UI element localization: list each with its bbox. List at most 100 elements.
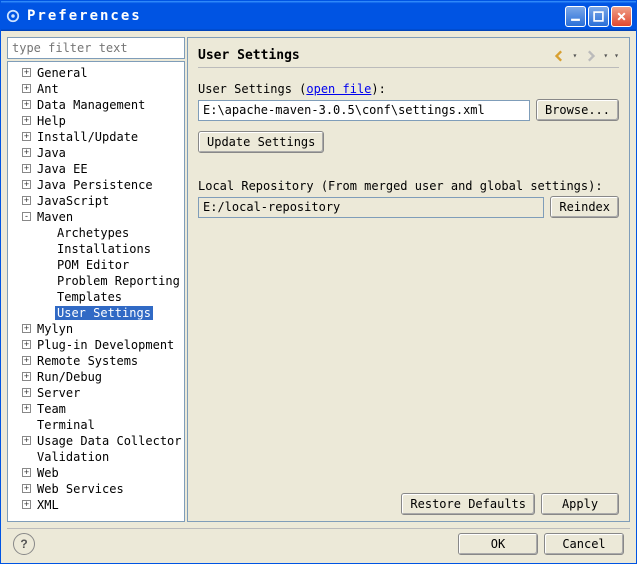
- tree-item[interactable]: + Remote Systems: [10, 352, 182, 368]
- tree-item-label[interactable]: Ant: [35, 82, 61, 96]
- tree-item[interactable]: + Run/Debug: [10, 368, 182, 384]
- cancel-button[interactable]: Cancel: [544, 533, 624, 555]
- collapse-icon[interactable]: -: [22, 212, 31, 221]
- tree-item-label[interactable]: POM Editor: [55, 258, 131, 272]
- tree-item[interactable]: + XML: [10, 496, 182, 512]
- tree-item[interactable]: + Java Persistence: [10, 176, 182, 192]
- expand-icon[interactable]: +: [22, 100, 31, 109]
- tree-item[interactable]: + Ant: [10, 80, 182, 96]
- expand-icon[interactable]: +: [22, 68, 31, 77]
- tree-item[interactable]: -Maven: [10, 208, 182, 224]
- tree-item-label[interactable]: Java: [35, 146, 68, 160]
- expand-icon[interactable]: +: [22, 500, 31, 509]
- tree-item[interactable]: + Java: [10, 144, 182, 160]
- tree-item[interactable]: + Install/Update: [10, 128, 182, 144]
- tree-item-label[interactable]: Terminal: [35, 418, 97, 432]
- panel-buttons: Restore Defaults Apply: [198, 483, 619, 515]
- tree-item-label[interactable]: User Settings: [55, 306, 153, 320]
- window-controls: [565, 6, 632, 27]
- tree-item[interactable]: Templates: [10, 288, 182, 304]
- tree-item-label[interactable]: Remote Systems: [35, 354, 140, 368]
- tree-item-label[interactable]: Maven: [35, 210, 75, 224]
- preferences-tree[interactable]: + General + Ant + Data Management + Help + Instal…: [7, 61, 185, 522]
- tree-item[interactable]: + Help: [10, 112, 182, 128]
- expand-icon[interactable]: +: [22, 164, 31, 173]
- tree-item-label[interactable]: Run/Debug: [35, 370, 104, 384]
- tree-item[interactable]: + Mylyn: [10, 320, 182, 336]
- tree-item[interactable]: + Data Management: [10, 96, 182, 112]
- app-icon: [5, 8, 21, 24]
- expand-icon[interactable]: +: [22, 132, 31, 141]
- nav-forward-icon[interactable]: [583, 49, 597, 63]
- tree-item-label[interactable]: Mylyn: [35, 322, 75, 336]
- tree-item-label[interactable]: Web Services: [35, 482, 126, 496]
- tree-item-label[interactable]: JavaScript: [35, 194, 111, 208]
- filter-input[interactable]: [7, 37, 185, 59]
- expand-icon[interactable]: +: [22, 468, 31, 477]
- tree-item[interactable]: Terminal: [10, 416, 182, 432]
- tree-item-label[interactable]: Server: [35, 386, 82, 400]
- tree-item[interactable]: User Settings: [10, 304, 182, 320]
- browse-button[interactable]: Browse...: [536, 99, 619, 121]
- tree-item-label[interactable]: Team: [35, 402, 68, 416]
- view-menu-icon[interactable]: ▾: [614, 51, 619, 60]
- tree-item[interactable]: + Plug-in Development: [10, 336, 182, 352]
- nav-back-icon[interactable]: [553, 49, 567, 63]
- tree-item-label[interactable]: Web: [35, 466, 61, 480]
- tree-item[interactable]: Installations: [10, 240, 182, 256]
- tree-item-label[interactable]: Archetypes: [55, 226, 131, 240]
- apply-button[interactable]: Apply: [541, 493, 619, 515]
- nav-back-menu[interactable]: ▾: [573, 51, 578, 60]
- minimize-button[interactable]: [565, 6, 586, 27]
- expand-icon[interactable]: +: [22, 436, 31, 445]
- tree-item[interactable]: Archetypes: [10, 224, 182, 240]
- expand-icon[interactable]: +: [22, 324, 31, 333]
- tree-item-label[interactable]: General: [35, 66, 90, 80]
- nav-forward-menu[interactable]: ▾: [603, 51, 608, 60]
- tree-item[interactable]: Problem Reporting: [10, 272, 182, 288]
- expand-icon[interactable]: +: [22, 116, 31, 125]
- expand-icon[interactable]: +: [22, 84, 31, 93]
- reindex-button[interactable]: Reindex: [550, 196, 619, 218]
- tree-item[interactable]: + Team: [10, 400, 182, 416]
- tree-item-label[interactable]: Data Management: [35, 98, 147, 112]
- open-file-link[interactable]: open file: [306, 82, 371, 96]
- tree-item[interactable]: + Usage Data Collector: [10, 432, 182, 448]
- tree-item-label[interactable]: Validation: [35, 450, 111, 464]
- close-button[interactable]: [611, 6, 632, 27]
- help-button[interactable]: ?: [13, 533, 35, 555]
- restore-defaults-button[interactable]: Restore Defaults: [401, 493, 535, 515]
- tree-item-label[interactable]: XML: [35, 498, 61, 512]
- tree-item[interactable]: + Server: [10, 384, 182, 400]
- tree-item-label[interactable]: Help: [35, 114, 68, 128]
- tree-item-label[interactable]: Problem Reporting: [55, 274, 182, 288]
- expand-icon[interactable]: +: [22, 388, 31, 397]
- tree-item[interactable]: + Java EE: [10, 160, 182, 176]
- expand-icon[interactable]: +: [22, 148, 31, 157]
- tree-item[interactable]: + Web Services: [10, 480, 182, 496]
- tree-item[interactable]: POM Editor: [10, 256, 182, 272]
- tree-item-label[interactable]: Usage Data Collector: [35, 434, 184, 448]
- tree-item-label[interactable]: Plug-in Development: [35, 338, 176, 352]
- expand-icon[interactable]: +: [22, 404, 31, 413]
- tree-item[interactable]: + General: [10, 64, 182, 80]
- user-settings-input[interactable]: [198, 100, 530, 121]
- maximize-button[interactable]: [588, 6, 609, 27]
- tree-item[interactable]: + JavaScript: [10, 192, 182, 208]
- update-settings-button[interactable]: Update Settings: [198, 131, 324, 153]
- tree-item[interactable]: + Web: [10, 464, 182, 480]
- user-settings-label: User Settings (open file):: [198, 82, 619, 96]
- ok-button[interactable]: OK: [458, 533, 538, 555]
- expand-icon[interactable]: +: [22, 180, 31, 189]
- tree-item-label[interactable]: Installations: [55, 242, 153, 256]
- tree-item[interactable]: Validation: [10, 448, 182, 464]
- tree-item-label[interactable]: Templates: [55, 290, 124, 304]
- expand-icon[interactable]: +: [22, 356, 31, 365]
- expand-icon[interactable]: +: [22, 340, 31, 349]
- tree-item-label[interactable]: Java Persistence: [35, 178, 155, 192]
- expand-icon[interactable]: +: [22, 484, 31, 493]
- tree-item-label[interactable]: Java EE: [35, 162, 90, 176]
- expand-icon[interactable]: +: [22, 196, 31, 205]
- tree-item-label[interactable]: Install/Update: [35, 130, 140, 144]
- expand-icon[interactable]: +: [22, 372, 31, 381]
